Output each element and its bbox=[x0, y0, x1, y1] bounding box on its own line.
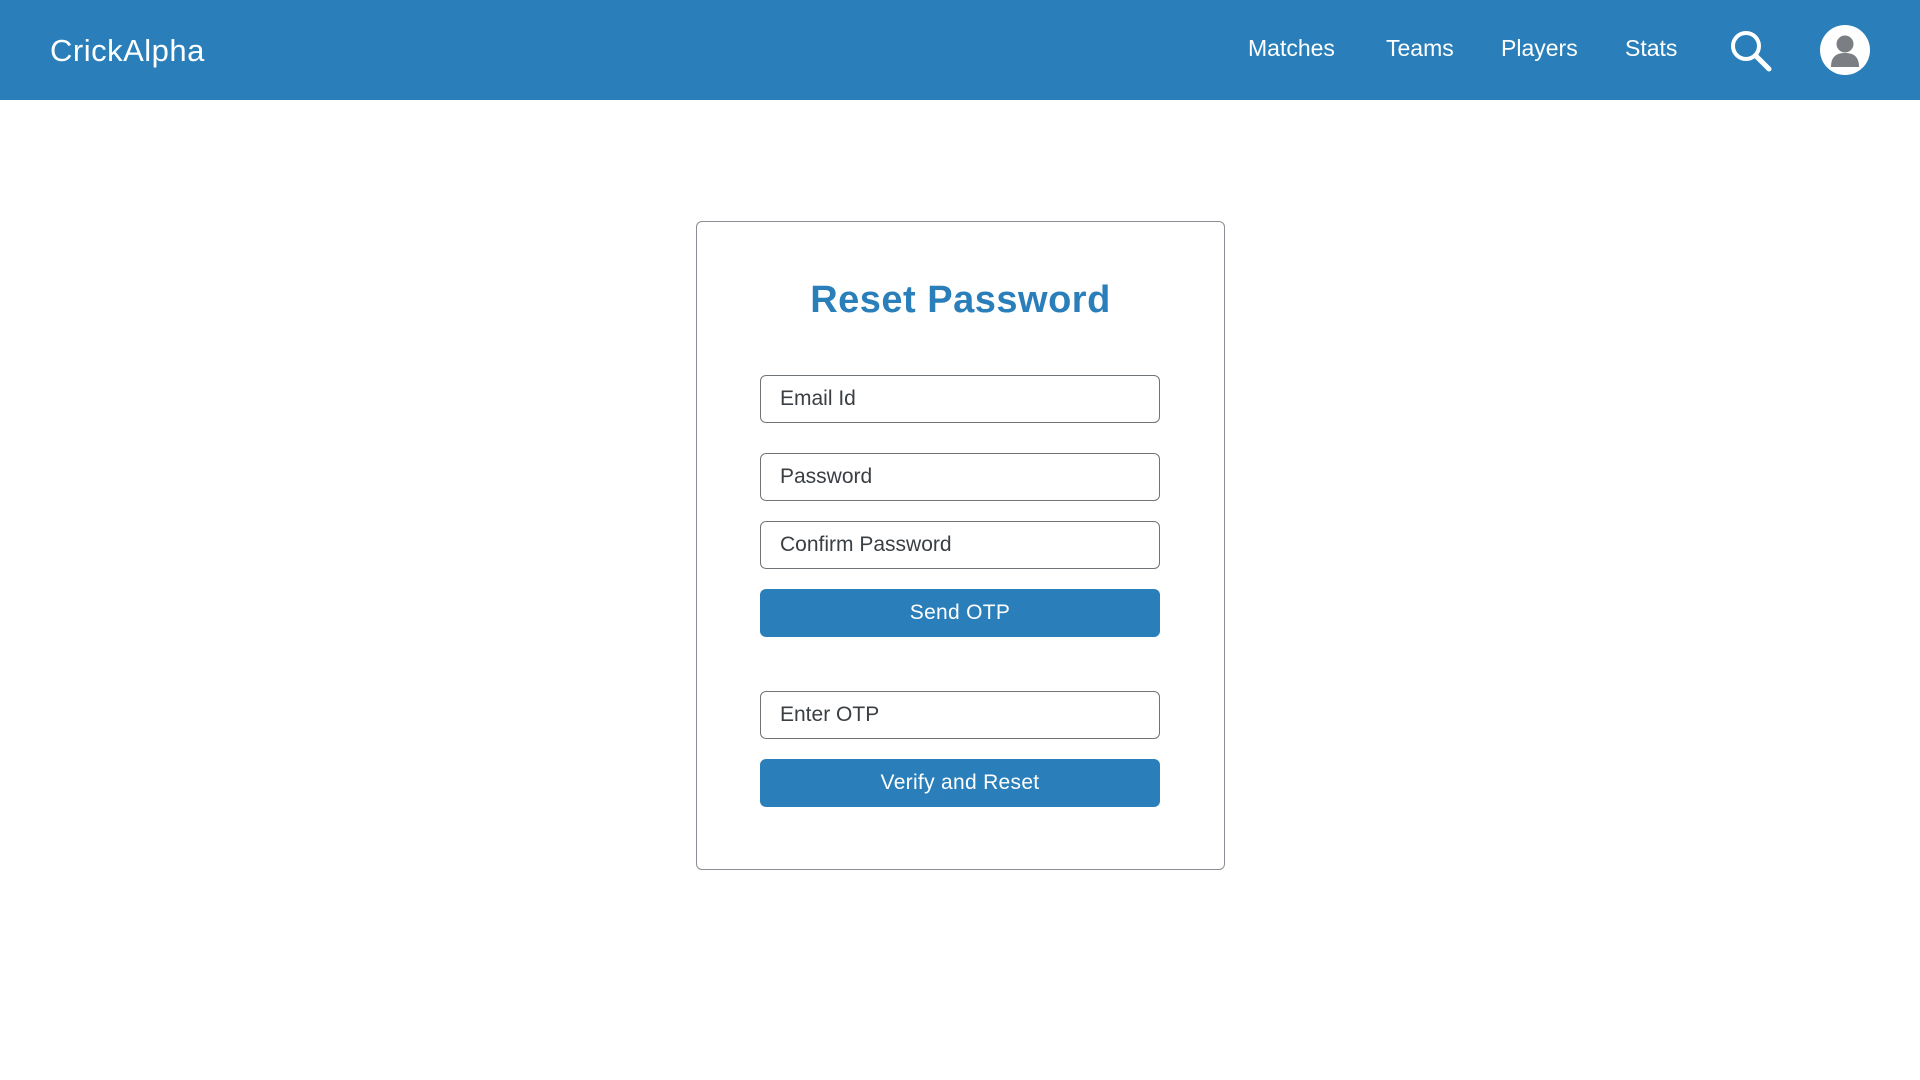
reset-password-card: Reset Password Send OTP Verify and Reset bbox=[696, 221, 1225, 870]
verify-and-reset-button[interactable]: Verify and Reset bbox=[760, 759, 1160, 807]
search-icon-graphic bbox=[1731, 31, 1772, 72]
nav-link-stats[interactable]: Stats bbox=[1625, 35, 1677, 62]
nav-link-players[interactable]: Players bbox=[1501, 35, 1578, 62]
user-avatar-icon[interactable] bbox=[1820, 25, 1870, 75]
page-title: Reset Password bbox=[810, 279, 1111, 321]
nav-link-matches[interactable]: Matches bbox=[1248, 35, 1335, 62]
search-icon[interactable] bbox=[1728, 28, 1774, 74]
nav-link-teams[interactable]: Teams bbox=[1386, 35, 1454, 62]
confirm-password-field[interactable] bbox=[760, 521, 1160, 569]
brand-logo[interactable]: CrickAlpha bbox=[50, 33, 205, 69]
avatar-silhouette-icon bbox=[1831, 35, 1859, 67]
otp-field[interactable] bbox=[760, 691, 1160, 739]
password-field[interactable] bbox=[760, 453, 1160, 501]
send-otp-button[interactable]: Send OTP bbox=[760, 589, 1160, 637]
top-navbar: CrickAlpha Matches Teams Players Stats bbox=[0, 0, 1920, 100]
email-field[interactable] bbox=[760, 375, 1160, 423]
